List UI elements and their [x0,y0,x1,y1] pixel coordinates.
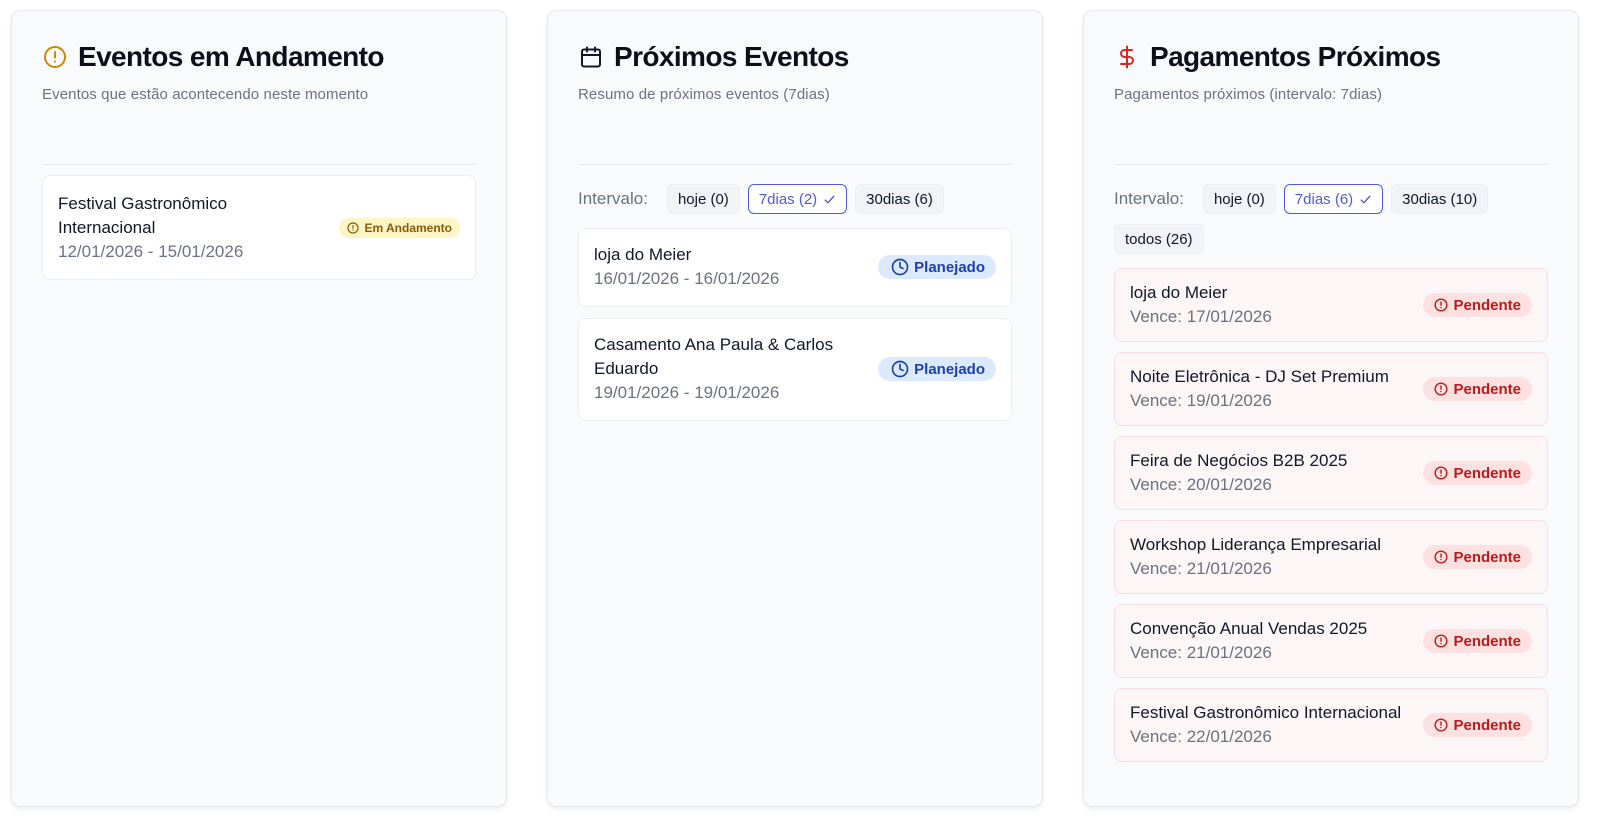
payment-item[interactable]: Noite Eletrônica - DJ Set Premium Vence:… [1114,352,1548,426]
filter-chip-todos[interactable]: todos (26) [1114,224,1204,254]
status-badge-label: Pendente [1453,548,1521,566]
payment-due-date: Vence: 17/01/2026 [1130,307,1272,326]
upcoming-events-card: Próximos Eventos Resumo de próximos even… [547,10,1043,807]
interval-label: Intervalo: [1114,189,1184,208]
payments-card-header: Pagamentos Próximos Pagamentos próximos … [1114,41,1548,103]
payment-title: loja do Meier [1130,283,1228,302]
status-badge-label: Pendente [1453,296,1521,314]
interval-filter: Intervalo: hoje (0) 7dias (6) 30dias (10… [1114,184,1548,254]
payment-title: Feira de Negócios B2B 2025 [1130,451,1348,470]
payment-due-date: Vence: 21/01/2026 [1130,559,1272,578]
upcoming-payments-content: Intervalo: hoje (0) 7dias (6) 30dias (10… [1114,175,1548,772]
status-badge: Pendente [1423,629,1532,653]
filter-chip-30dias[interactable]: 30dias (6) [855,184,944,214]
payment-item[interactable]: Feira de Negócios B2B 2025 Vence: 20/01/… [1114,436,1548,510]
filter-chip-label: 7dias (2) [758,190,818,208]
alert-circle-icon [1434,298,1449,312]
upcoming-card-title: Próximos Eventos [614,41,849,72]
payment-due-date: Vence: 21/01/2026 [1130,643,1272,662]
alert-circle-icon [1434,718,1449,732]
status-badge: Pendente [1423,377,1532,401]
payment-due-date: Vence: 22/01/2026 [1130,727,1272,746]
event-dates: 16/01/2026 - 16/01/2026 [594,269,780,288]
event-title-continued: Eduardo [594,359,659,378]
alert-circle-icon [1434,634,1449,648]
upcoming-event-item[interactable]: Casamento Ana Paula & Carlos Eduardo 19/… [578,318,1012,421]
divider [1114,164,1548,165]
event-title: Casamento Ana Paula & Carlos [594,335,834,354]
upcoming-payments-card: Pagamentos Próximos Pagamentos próximos … [1083,10,1579,807]
payment-item[interactable]: loja do Meier Vence: 17/01/2026 Pendente [1114,268,1548,342]
filter-chip-hoje[interactable]: hoje (0) [1202,184,1276,214]
payment-title: Festival Gastronômico Internacional [1130,703,1402,722]
payment-item[interactable]: Convenção Anual Vendas 2025 Vence: 21/01… [1114,604,1548,678]
upcoming-card-header: Próximos Eventos Resumo de próximos even… [578,41,1012,103]
check-icon [1359,193,1372,206]
status-badge: Planejado [878,255,996,279]
status-badge-label: Pendente [1453,464,1521,482]
event-title-continued: Internacional [58,218,156,237]
payment-title: Noite Eletrônica - DJ Set Premium [1130,367,1389,386]
filter-chip-7dias[interactable]: 7dias (6) [1283,184,1384,214]
clock-icon [891,360,909,378]
status-badge-label: Pendente [1453,716,1521,734]
filter-chip-30dias[interactable]: 30dias (10) [1391,184,1489,214]
payment-due-date: Vence: 20/01/2026 [1130,475,1272,494]
in-progress-event-item[interactable]: Festival Gastronômico Internacional 12/0… [42,175,476,280]
upcoming-event-item[interactable]: loja do Meier 16/01/2026 - 16/01/2026 Pl… [578,228,1012,307]
calendar-icon [578,44,604,70]
status-badge: Pendente [1423,293,1532,317]
payments-card-title: Pagamentos Próximos [1150,41,1441,72]
status-badge: Pendente [1423,713,1532,737]
in-progress-card-title: Eventos em Andamento [78,41,385,72]
divider [42,164,476,165]
filter-chip-hoje[interactable]: hoje (0) [666,184,740,214]
status-badge-label: Pendente [1453,632,1521,650]
payment-item[interactable]: Festival Gastronômico Internacional Venc… [1114,688,1548,762]
event-dates: 12/01/2026 - 15/01/2026 [58,242,244,261]
payment-title: Workshop Liderança Empresarial [1130,535,1382,554]
interval-label: Intervalo: [578,189,648,208]
event-dates: 19/01/2026 - 19/01/2026 [594,383,780,402]
status-badge: Planejado [878,357,996,381]
alert-circle-icon [1434,466,1449,480]
filter-chip-7dias[interactable]: 7dias (2) [747,184,848,214]
payment-title: Convenção Anual Vendas 2025 [1130,619,1368,638]
status-badge: Pendente [1423,461,1532,485]
interval-filter: Intervalo: hoje (0) 7dias (2) 30dias (6) [578,184,1012,214]
dollar-sign-icon [1114,44,1140,70]
status-badge-label: Em Andamento [364,221,452,235]
alert-circle-icon [1434,382,1449,396]
filter-chip-label: 7dias (6) [1294,190,1354,208]
status-badge-label: Pendente [1453,380,1521,398]
in-progress-events-card: Eventos em Andamento Eventos que estão a… [11,10,507,807]
alert-circle-icon [1434,550,1449,564]
status-badge-label: Planejado [914,360,985,378]
status-badge-label: Planejado [914,258,985,276]
divider [578,164,1012,165]
payments-card-subtitle: Pagamentos próximos (intervalo: 7dias) [1114,86,1383,103]
payment-due-date: Vence: 19/01/2026 [1130,391,1272,410]
alert-circle-icon [347,222,360,234]
status-badge: Pendente [1423,545,1532,569]
in-progress-card-subtitle: Eventos que estão acontecendo neste mome… [42,86,369,103]
status-badge: Em Andamento [339,218,460,238]
payment-item[interactable]: Workshop Liderança Empresarial Vence: 21… [1114,520,1548,594]
clock-icon [891,258,909,276]
in-progress-card-header: Eventos em Andamento Eventos que estão a… [42,41,476,103]
upcoming-events-content: Intervalo: hoje (0) 7dias (2) 30dias (6)… [578,175,1012,432]
check-icon [823,193,836,206]
event-title: Festival Gastronômico [58,194,228,213]
alert-circle-icon [42,44,68,70]
event-title: loja do Meier [594,245,692,264]
in-progress-event-list: Festival Gastronômico Internacional 12/0… [42,175,476,291]
upcoming-card-subtitle: Resumo de próximos eventos (7dias) [578,86,830,103]
